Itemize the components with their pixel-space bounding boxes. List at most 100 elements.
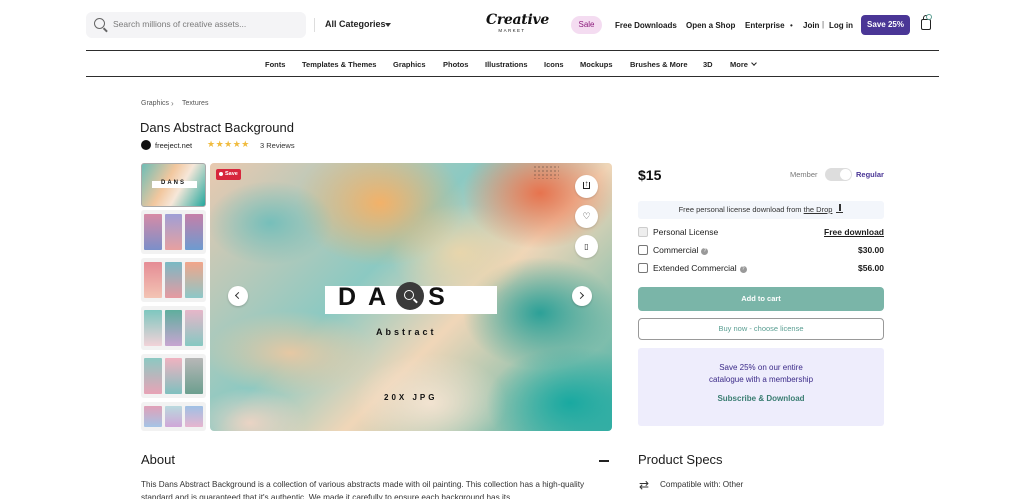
- membership-promo: Save 25% on our entire catalogue with a …: [638, 348, 884, 426]
- join-link[interactable]: Join: [803, 21, 819, 30]
- chevron-left-icon: [234, 291, 243, 300]
- commercial-license-price: $30.00: [858, 245, 884, 255]
- prev-image-button[interactable]: [228, 286, 248, 306]
- download-icon: [836, 204, 844, 213]
- commercial-license-label: Commercial: [653, 245, 699, 255]
- save-25-button[interactable]: Save 25%: [861, 15, 910, 35]
- separator-pipe: |: [822, 20, 825, 29]
- breadcrumb-separator: ›: [171, 99, 174, 108]
- nav-icons[interactable]: Icons: [544, 60, 564, 69]
- bookmark-icon: ▯: [584, 242, 589, 251]
- search-icon: [94, 18, 105, 29]
- swap-arrows-icon: ⇄: [639, 478, 650, 492]
- nav-mockups[interactable]: Mockups: [580, 60, 613, 69]
- commercial-license-option: Commercial?: [653, 245, 709, 255]
- nav-fonts[interactable]: Fonts: [265, 60, 285, 69]
- commercial-license-checkbox[interactable]: [638, 245, 648, 255]
- free-downloads-link[interactable]: Free Downloads: [615, 21, 677, 30]
- bookmark-button[interactable]: ▯: [575, 235, 598, 258]
- free-note-text: Free personal license download from: [678, 205, 804, 214]
- extended-license-label: Extended Commercial: [653, 263, 737, 273]
- nav-photos[interactable]: Photos: [443, 60, 468, 69]
- pricing-toggle[interactable]: [825, 168, 852, 181]
- heart-icon: ♡: [582, 211, 591, 221]
- thumbnail-3[interactable]: [141, 258, 206, 302]
- info-icon[interactable]: ?: [701, 248, 709, 255]
- the-drop-link[interactable]: the Drop: [804, 205, 833, 214]
- product-specs-heading: Product Specs: [638, 452, 723, 467]
- enterprise-link[interactable]: Enterprise: [745, 21, 785, 30]
- image-dot-pattern: [533, 165, 559, 179]
- about-description: This Dans Abstract Background is a colle…: [141, 480, 585, 499]
- cart-badge: [926, 14, 932, 20]
- nav-brushes-more[interactable]: Brushes & More: [630, 60, 688, 69]
- cart-icon[interactable]: [921, 15, 931, 30]
- category-select[interactable]: All Categories: [314, 12, 406, 38]
- personal-license-label: Personal License: [653, 227, 719, 237]
- subscribe-download-link[interactable]: Subscribe & Download: [638, 394, 884, 403]
- toggle-knob: [840, 169, 851, 180]
- share-button[interactable]: ↑: [575, 175, 598, 198]
- collapse-icon[interactable]: [599, 460, 609, 462]
- about-heading: About: [141, 452, 175, 467]
- divider: [314, 18, 315, 32]
- member-price-label[interactable]: Member: [790, 170, 818, 179]
- free-license-note: Free personal license download from the …: [638, 201, 884, 219]
- add-to-cart-button[interactable]: Add to cart: [638, 287, 884, 311]
- caret-down-icon: [385, 23, 391, 27]
- magnifier-icon: [404, 290, 414, 300]
- favorite-button[interactable]: ♡: [575, 205, 598, 228]
- thumbnail-1[interactable]: DANS: [141, 163, 206, 207]
- thumbnail-2[interactable]: [141, 210, 206, 254]
- category-label: All Categories: [325, 19, 386, 29]
- login-link[interactable]: Log in: [829, 21, 853, 30]
- extended-license-price: $56.00: [858, 263, 884, 273]
- sale-link[interactable]: Sale: [571, 16, 602, 34]
- open-a-shop-link[interactable]: Open a Shop: [686, 21, 735, 30]
- image-format: 20X JPG: [384, 393, 438, 402]
- extended-license-checkbox[interactable]: [638, 263, 648, 273]
- buy-now-button[interactable]: Buy now - choose license: [638, 318, 884, 340]
- nav-templates-themes[interactable]: Templates & Themes: [302, 60, 376, 69]
- save-tag: Save: [216, 169, 241, 180]
- nav-illustrations[interactable]: Illustrations: [485, 60, 528, 69]
- logo[interactable]: Creative MARKET: [486, 12, 549, 33]
- separator-dot: •: [790, 21, 793, 30]
- product-title: Dans Abstract Background: [140, 120, 294, 135]
- compatibility-text: Compatible with: Other: [660, 480, 744, 489]
- extended-license-option: Extended Commercial?: [653, 263, 747, 273]
- personal-license-checkbox[interactable]: [638, 227, 648, 237]
- nav-3d[interactable]: 3D: [703, 60, 713, 69]
- image-subtitle: Abstract: [376, 327, 437, 337]
- promo-line-1: Save 25% on our entire: [719, 363, 803, 372]
- free-download-link[interactable]: Free download: [824, 227, 884, 237]
- zoom-button[interactable]: [396, 282, 424, 310]
- breadcrumb-graphics[interactable]: Graphics: [141, 100, 169, 107]
- chevron-right-icon: [576, 291, 585, 300]
- next-image-button[interactable]: [572, 286, 592, 306]
- share-arrow-icon: ↑: [584, 179, 589, 188]
- nav-graphics[interactable]: Graphics: [393, 60, 426, 69]
- logo-subtext: MARKET: [498, 28, 526, 33]
- reviews-link[interactable]: 3 Reviews: [260, 141, 295, 150]
- promo-text: Save 25% on our entire catalogue with a …: [638, 362, 884, 386]
- info-icon[interactable]: ?: [739, 266, 747, 273]
- thumbnail-4[interactable]: [141, 306, 206, 350]
- search-input[interactable]: Search millions of creative assets...: [113, 19, 246, 29]
- regular-price-label[interactable]: Regular: [856, 170, 884, 179]
- star-rating: ★★★★★: [207, 139, 250, 149]
- price: $15: [638, 167, 662, 183]
- shop-name-link[interactable]: freeject.net: [155, 141, 192, 150]
- thumb-title: DANS: [160, 180, 186, 186]
- search-bar[interactable]: Search millions of creative assets...: [86, 12, 306, 38]
- header-divider: [86, 50, 939, 51]
- nav-more[interactable]: More: [730, 60, 748, 69]
- shop-avatar[interactable]: [141, 140, 151, 150]
- thumbnail-5[interactable]: [141, 354, 206, 398]
- promo-line-2: catalogue with a membership: [708, 375, 814, 384]
- chevron-down-icon: [751, 60, 757, 66]
- logo-wordmark: Creative: [486, 12, 549, 28]
- breadcrumb-textures[interactable]: Textures: [182, 100, 208, 107]
- nav-divider: [86, 76, 939, 77]
- thumbnail-6[interactable]: [141, 402, 206, 431]
